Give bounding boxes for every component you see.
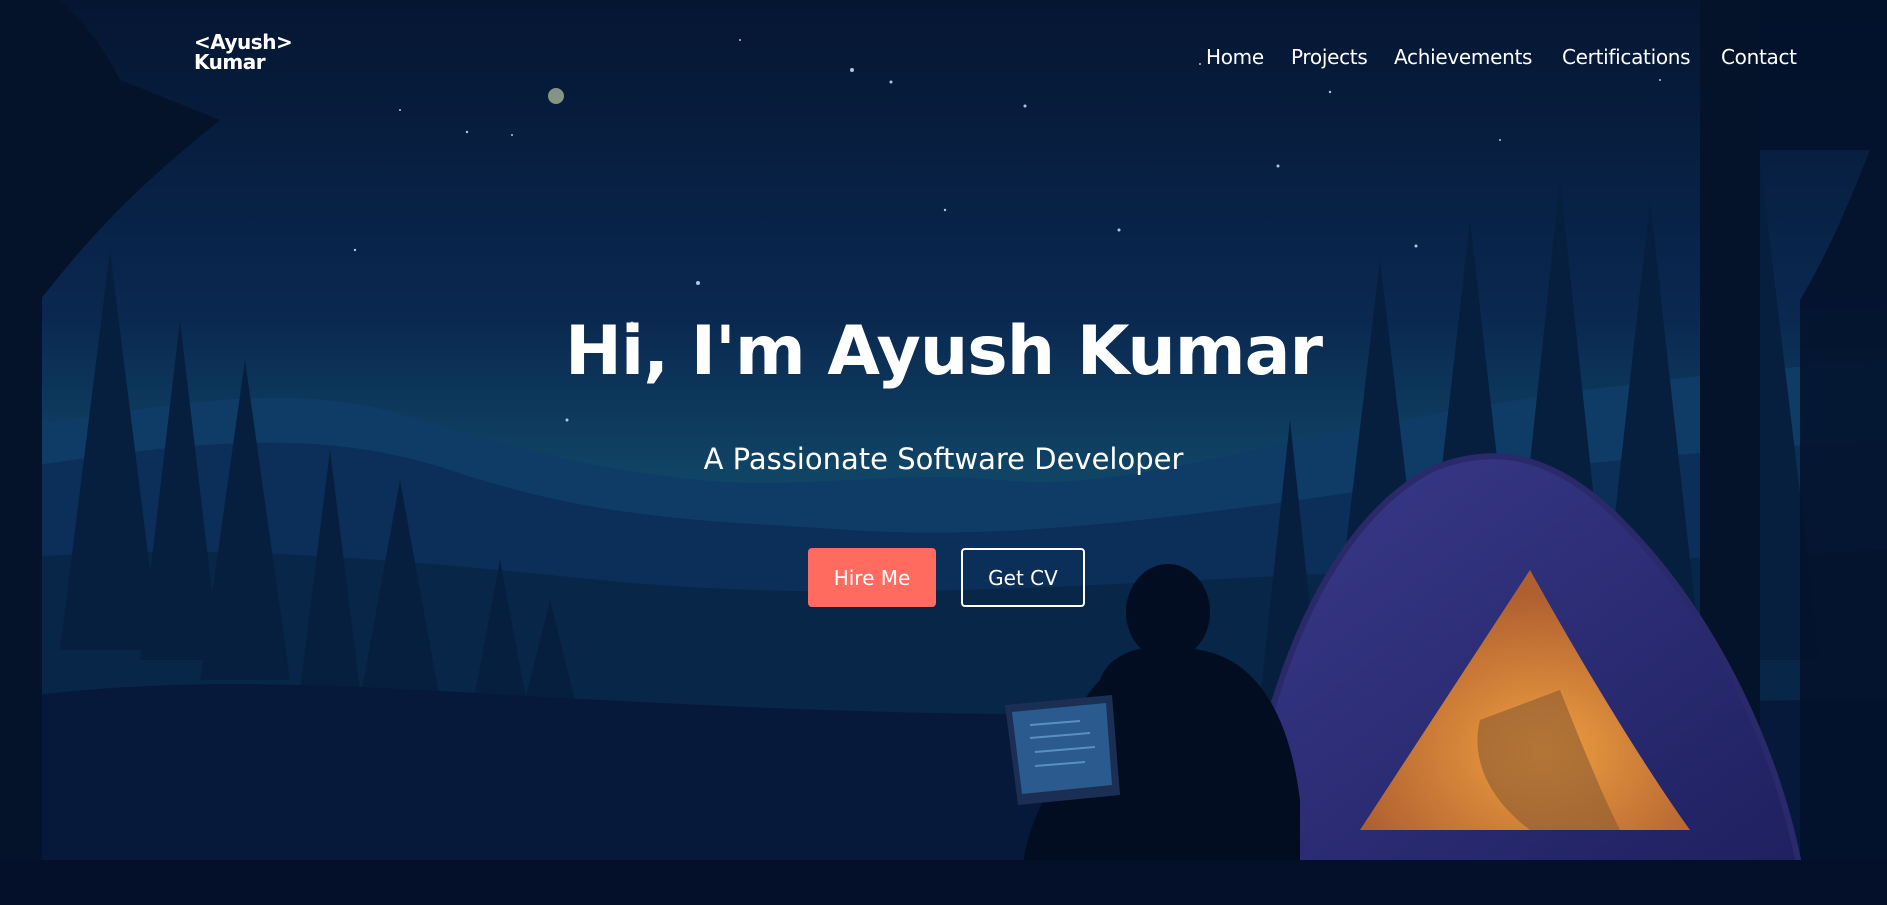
brand-logo[interactable]: <Ayush> Kumar <box>194 30 293 74</box>
nav-achievements[interactable]: Achievements <box>1394 45 1532 69</box>
nav-contact[interactable]: Contact <box>1721 45 1797 69</box>
hero-title: Hi, I'm Ayush Kumar <box>564 312 1323 391</box>
brand-logo-line1: <Ayush> <box>194 30 293 54</box>
nav-certifications[interactable]: Certifications <box>1562 45 1691 69</box>
hire-me-button[interactable]: Hire Me <box>808 548 936 607</box>
hero-subtitle: A Passionate Software Developer <box>703 442 1184 476</box>
brand-logo-line2: Kumar <box>194 50 266 74</box>
nav-projects[interactable]: Projects <box>1291 45 1368 69</box>
nav-home[interactable]: Home <box>1206 45 1264 69</box>
get-cv-button[interactable]: Get CV <box>961 548 1085 607</box>
